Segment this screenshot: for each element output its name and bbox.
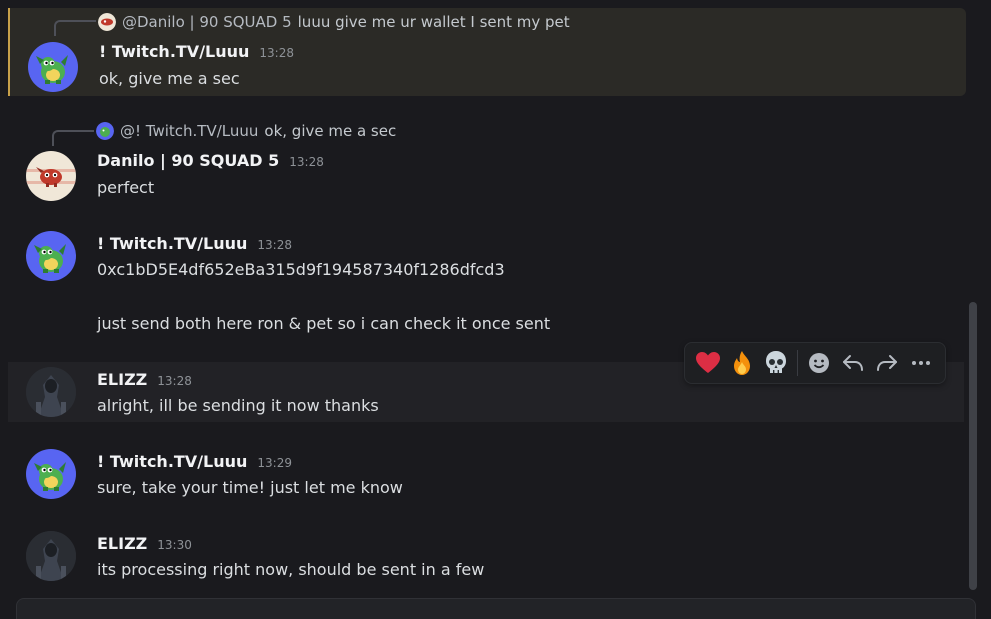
message-header: ELIZZ 13:30 — [97, 534, 192, 553]
heart-reaction-icon[interactable] — [691, 346, 725, 380]
author-name[interactable]: Danilo | 90 SQUAD 5 — [97, 151, 279, 170]
forward-icon[interactable] — [870, 346, 904, 380]
avatar[interactable] — [26, 231, 76, 281]
message-row[interactable]: @Danilo | 90 SQUAD 5 luuu give me ur wal… — [8, 8, 966, 96]
avatar[interactable] — [26, 449, 76, 499]
message-text: perfect — [97, 178, 155, 197]
message-text: its processing right now, should be sent… — [97, 560, 485, 579]
toolbar-divider — [797, 350, 798, 376]
message-row[interactable]: @! Twitch.TV/Luuu ok, give me a sec Dani… — [8, 118, 964, 208]
message-text: ok, give me a sec — [99, 69, 240, 88]
reply-author[interactable]: @Danilo | 90 SQUAD 5 — [122, 13, 292, 31]
message-header: ELIZZ 13:28 — [97, 370, 192, 389]
timestamp: 13:28 — [157, 374, 192, 388]
message-composer[interactable] — [16, 598, 976, 619]
author-name[interactable]: ! Twitch.TV/Luuu — [97, 234, 247, 253]
avatar[interactable] — [28, 42, 78, 92]
add-reaction-icon[interactable] — [802, 346, 836, 380]
fire-reaction-icon[interactable] — [725, 346, 759, 380]
message-header: ! Twitch.TV/Luuu 13:28 — [99, 42, 294, 61]
message-row[interactable]: ! Twitch.TV/Luuu 13:28 0xc1bD5E4df652eBa… — [8, 226, 964, 344]
author-name[interactable]: ! Twitch.TV/Luuu — [99, 42, 249, 61]
timestamp: 13:28 — [257, 238, 292, 252]
reply-avatar — [96, 122, 114, 140]
timestamp: 13:29 — [257, 456, 292, 470]
message-row[interactable]: ! Twitch.TV/Luuu 13:29 sure, take your t… — [8, 444, 964, 504]
timestamp: 13:30 — [157, 538, 192, 552]
wallet-address-text: 0xc1bD5E4df652eBa315d9f194587340f1286dfc… — [97, 260, 505, 279]
reply-connector — [52, 130, 94, 146]
message-text: sure, take your time! just let me know — [97, 478, 403, 497]
reply-icon[interactable] — [836, 346, 870, 380]
author-name[interactable]: ELIZZ — [97, 370, 147, 389]
avatar[interactable] — [26, 367, 76, 417]
reply-avatar — [98, 13, 116, 31]
scrollbar-thumb[interactable] — [969, 302, 977, 590]
reply-preview[interactable]: @Danilo | 90 SQUAD 5 luuu give me ur wal… — [98, 12, 570, 32]
author-name[interactable]: ELIZZ — [97, 534, 147, 553]
timestamp: 13:28 — [259, 46, 294, 60]
reply-text: ok, give me a sec — [264, 122, 397, 140]
message-text: just send both here ron & pet so i can c… — [97, 314, 551, 333]
reply-text: luuu give me ur wallet I sent my pet — [297, 13, 570, 31]
timestamp: 13:28 — [289, 155, 324, 169]
message-text: alright, ill be sending it now thanks — [97, 396, 379, 415]
avatar[interactable] — [26, 531, 76, 581]
message-header: ! Twitch.TV/Luuu 13:28 — [97, 234, 292, 253]
message-actions-toolbar — [684, 342, 946, 384]
avatar[interactable] — [26, 151, 76, 201]
message-header: Danilo | 90 SQUAD 5 13:28 — [97, 151, 324, 170]
reply-connector — [54, 20, 96, 36]
message-row[interactable]: ELIZZ 13:30 its processing right now, sh… — [8, 526, 964, 586]
skull-reaction-icon[interactable] — [759, 346, 793, 380]
reply-author[interactable]: @! Twitch.TV/Luuu — [120, 122, 258, 140]
author-name[interactable]: ! Twitch.TV/Luuu — [97, 452, 247, 471]
reply-preview[interactable]: @! Twitch.TV/Luuu ok, give me a sec — [96, 121, 396, 141]
chat-messages: @Danilo | 90 SQUAD 5 luuu give me ur wal… — [0, 0, 991, 619]
more-icon[interactable] — [904, 346, 938, 380]
message-header: ! Twitch.TV/Luuu 13:29 — [97, 452, 292, 471]
